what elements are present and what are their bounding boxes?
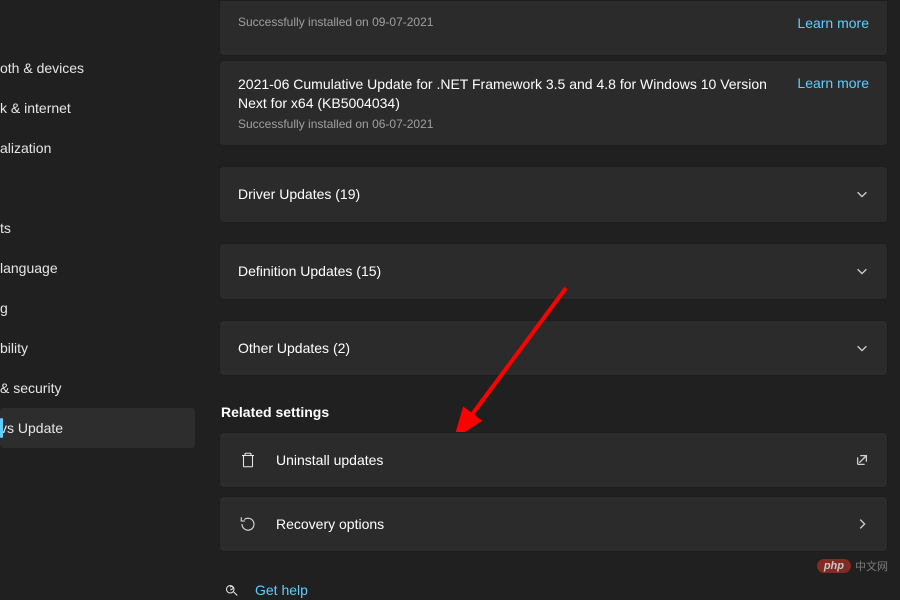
update-status-text: Successfully installed on 09-07-2021 — [238, 15, 787, 29]
sidebar-item-windows-update[interactable]: vs Update — [0, 408, 195, 448]
update-group-definition-updates[interactable]: Definition Updates (15) — [219, 243, 888, 300]
sidebar-item-label: & security — [0, 380, 61, 396]
chevron-down-icon — [855, 341, 869, 355]
chevron-down-icon — [855, 187, 869, 201]
sidebar-item-time-language[interactable]: language — [0, 248, 195, 288]
watermark-text: 中文网 — [855, 558, 888, 574]
settings-row-label: Recovery options — [276, 516, 384, 532]
recovery-icon — [238, 514, 258, 534]
sidebar-item-label: ts — [0, 220, 11, 236]
help-icon — [221, 580, 241, 600]
update-history-item-prior: Successfully installed on 09-07-2021 Lea… — [219, 0, 888, 56]
sidebar-item-label: vs Update — [0, 420, 63, 436]
sidebar-item-gaming[interactable]: g — [0, 288, 195, 328]
update-history-item: 2021-06 Cumulative Update for .NET Frame… — [219, 60, 888, 146]
uninstall-updates-row[interactable]: Uninstall updates — [219, 432, 888, 488]
sidebar-item-accessibility[interactable]: bility — [0, 328, 195, 368]
learn-more-link[interactable]: Learn more — [797, 15, 869, 31]
sidebar-item-label: bility — [0, 340, 28, 356]
sidebar-item-bluetooth-devices[interactable]: oth & devices — [0, 48, 195, 88]
sidebar-item-label: oth & devices — [0, 60, 84, 76]
open-external-icon — [855, 453, 869, 467]
related-settings-heading: Related settings — [221, 404, 888, 420]
sidebar-item-accounts[interactable]: ts — [0, 208, 195, 248]
sidebar-item-label: language — [0, 260, 58, 276]
sidebar-item-label: alization — [0, 140, 51, 156]
group-label: Driver Updates (19) — [238, 186, 360, 202]
sidebar-item-label: g — [0, 300, 8, 316]
get-help-link[interactable]: Get help — [255, 582, 308, 598]
learn-more-link[interactable]: Learn more — [797, 75, 869, 91]
update-status-text: Successfully installed on 06-07-2021 — [238, 117, 787, 131]
main-content: Successfully installed on 09-07-2021 Lea… — [195, 0, 900, 600]
sidebar-item-network-internet[interactable]: k & internet — [0, 88, 195, 128]
update-group-driver-updates[interactable]: Driver Updates (19) — [219, 166, 888, 223]
watermark: php 中文网 — [817, 558, 888, 574]
watermark-badge: php — [817, 559, 851, 573]
sidebar-item-privacy-security[interactable]: & security — [0, 368, 195, 408]
settings-row-label: Uninstall updates — [276, 452, 383, 468]
update-group-other-updates[interactable]: Other Updates (2) — [219, 320, 888, 377]
sidebar-item-personalization[interactable]: alization — [0, 128, 195, 168]
group-label: Definition Updates (15) — [238, 263, 381, 279]
trash-icon — [238, 450, 258, 470]
sidebar: oth & devices k & internet alization ts … — [0, 0, 195, 600]
update-title: 2021-06 Cumulative Update for .NET Frame… — [238, 75, 787, 113]
group-label: Other Updates (2) — [238, 340, 350, 356]
chevron-down-icon — [855, 264, 869, 278]
recovery-options-row[interactable]: Recovery options — [219, 496, 888, 552]
sidebar-item-label: k & internet — [0, 100, 71, 116]
get-help-row[interactable]: Get help — [219, 580, 888, 600]
chevron-right-icon — [855, 517, 869, 531]
